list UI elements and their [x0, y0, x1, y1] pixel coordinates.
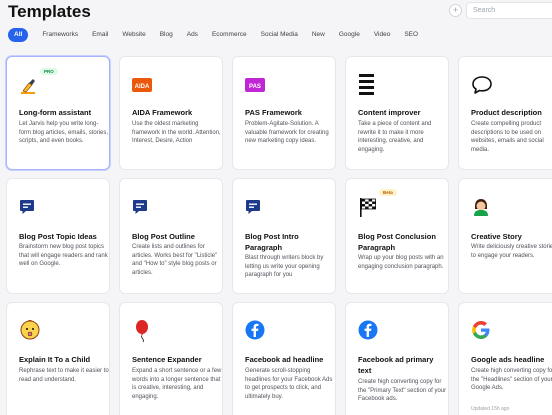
pro-badge: PRO: [40, 68, 58, 75]
template-card-blog-post-topic-ideas[interactable]: Blog Post Topic Ideas Brainstorm new blo…: [6, 178, 110, 294]
svg-text:PAS: PAS: [249, 84, 261, 90]
card-title: Explain It To a Child: [19, 355, 91, 364]
writing-hand-icon: [21, 79, 35, 94]
card-description: Problem-Agitate-Solution. A valuable fra…: [245, 121, 329, 145]
beta-badge: Beta: [379, 189, 397, 196]
card-title: Blog Post Conclusion Paragraph: [358, 232, 436, 252]
blog-chat-icon: [133, 200, 147, 214]
card-title: Facebook ad primary text: [358, 355, 434, 375]
card-title: Blog Post Outline: [132, 232, 195, 241]
card-description: Create high converting copy for the "Hea…: [471, 368, 552, 392]
page-title: Templates: [8, 2, 91, 21]
svg-text:AIDA: AIDA: [135, 84, 150, 90]
card-title: AIDA Framework: [132, 108, 193, 117]
updated-timestamp: Updated 15h ago: [471, 406, 510, 412]
card-description: Let Jarvis help you write long-form blog…: [19, 121, 109, 145]
card-description: Take a piece of content and rewrite it t…: [358, 121, 432, 153]
filter-google[interactable]: Google: [339, 28, 360, 42]
filter-video[interactable]: Video: [374, 28, 391, 42]
card-description: Rephrase text to make it easier to read …: [19, 368, 109, 383]
filter-frameworks[interactable]: Frameworks: [42, 28, 78, 42]
card-title: Sentence Expander: [132, 355, 202, 364]
filter-blog[interactable]: Blog: [160, 28, 173, 42]
template-card-creative-story[interactable]: Creative Story Write deliciously creativ…: [458, 178, 552, 294]
card-description: Brainstorm new blog post topics that wil…: [19, 244, 108, 268]
card-title: Facebook ad headline: [245, 355, 324, 364]
text-lines-icon: [359, 74, 374, 95]
google-icon: [472, 321, 490, 339]
template-card-blog-post-conclusion-paragraph[interactable]: Beta Blog Post Conclusion Paragraph Wrap…: [345, 178, 449, 294]
card-description: Create lists and outlines for articles. …: [132, 244, 218, 276]
card-title: PAS Framework: [245, 108, 302, 117]
template-card-google-ads-headline[interactable]: Google ads headline Create high converti…: [458, 302, 552, 415]
filter-seo[interactable]: SEO: [404, 28, 418, 42]
template-card-facebook-ad-headline[interactable]: Facebook ad headline Generate scroll-sto…: [232, 302, 336, 415]
template-card-long-form-assistant[interactable]: PRO Long-form assistant Let Jarvis help …: [6, 56, 110, 170]
filter-ecommerce[interactable]: Ecommerce: [212, 28, 247, 42]
category-filters: All Frameworks Email Website Blog Ads Ec…: [8, 28, 432, 42]
card-title: Blog Post Topic Ideas: [19, 232, 97, 241]
card-title: Creative Story: [471, 232, 522, 241]
pas-logo-icon: PAS: [245, 78, 265, 92]
template-card-sentence-expander[interactable]: Sentence Expander Expand a short sentenc…: [119, 302, 223, 415]
card-title: Google ads headline: [471, 355, 545, 364]
header: Templates + Search: [0, 0, 552, 26]
filter-social-media[interactable]: Social Media: [261, 28, 298, 42]
card-description: Use the oldest marketing framework in th…: [132, 121, 221, 145]
template-card-product-description[interactable]: Product description Create compelling pr…: [458, 56, 552, 170]
checkered-flag-icon: [360, 198, 376, 217]
card-description: Create compelling product descriptions t…: [471, 121, 544, 153]
card-title: Product description: [471, 108, 542, 117]
aida-logo-icon: AIDA: [132, 78, 152, 92]
balloon-icon: [136, 320, 148, 343]
card-title: Content improver: [358, 108, 421, 117]
search-input[interactable]: Search: [466, 2, 552, 19]
card-description: Wrap up your blog posts with an engaging…: [358, 255, 444, 270]
template-card-blog-post-intro-paragraph[interactable]: Blog Post Intro Paragraph Blast through …: [232, 178, 336, 294]
speech-bubble-icon: [472, 76, 492, 94]
baby-face-icon: [20, 319, 40, 340]
filter-email[interactable]: Email: [92, 28, 108, 42]
filter-ads[interactable]: Ads: [187, 28, 198, 42]
card-title: Long-form assistant: [19, 108, 92, 117]
template-card-explain-it-to-a-child[interactable]: Explain It To a Child Rephrase text to m…: [6, 302, 110, 415]
card-description: Expand a short sentence or a few words i…: [132, 368, 222, 400]
card-title: Blog Post Intro Paragraph: [245, 232, 299, 252]
card-description: Generate scroll-stopping headlines for y…: [245, 368, 333, 400]
blog-chat-icon: [20, 200, 34, 214]
facebook-icon: [358, 320, 378, 340]
template-card-aida-framework[interactable]: AIDA AIDA Framework Use the oldest marke…: [119, 56, 223, 170]
filter-website[interactable]: Website: [122, 28, 145, 42]
facebook-icon: [245, 320, 265, 340]
template-card-facebook-ad-primary-text[interactable]: Facebook ad primary text Create high con…: [345, 302, 449, 415]
filter-new[interactable]: New: [312, 28, 325, 42]
filter-all[interactable]: All: [8, 28, 29, 42]
add-template-button[interactable]: +: [449, 4, 462, 17]
template-card-content-improver[interactable]: Content improver Take a piece of content…: [345, 56, 449, 170]
card-description: Create high converting copy for the "Pri…: [358, 379, 447, 403]
card-description: Blast through writers block by letting u…: [245, 255, 324, 279]
blog-chat-icon: [246, 200, 260, 214]
template-card-blog-post-outline[interactable]: Blog Post Outline Create lists and outli…: [119, 178, 223, 294]
storyteller-icon: [474, 199, 488, 216]
card-description: Write deliciously creative stories to en…: [471, 244, 552, 259]
template-card-pas-framework[interactable]: PAS PAS Framework Problem-Agitate-Soluti…: [232, 56, 336, 170]
